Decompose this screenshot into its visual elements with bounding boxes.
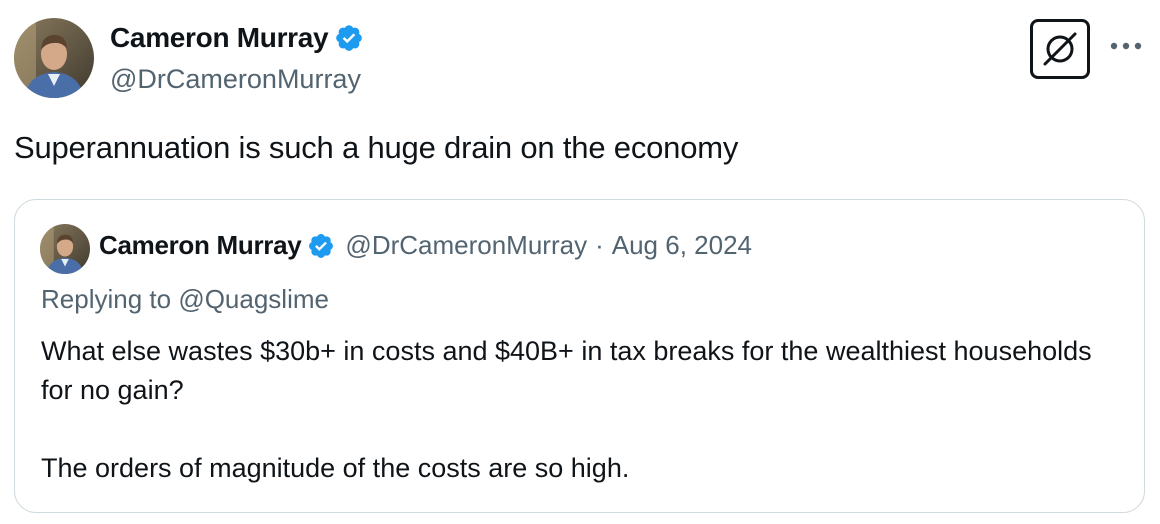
quoted-tweet-paragraph: The orders of magnitude of the costs are… bbox=[41, 453, 630, 483]
grok-button[interactable] bbox=[1030, 19, 1090, 79]
verified-badge-icon[interactable] bbox=[334, 23, 364, 53]
quoted-author-handle: @DrCameronMurray bbox=[345, 230, 588, 260]
quoted-tweet-text: What else wastes $30b+ in costs and $40B… bbox=[41, 332, 1121, 488]
author-display-name[interactable]: Cameron Murray bbox=[110, 22, 329, 54]
grok-icon bbox=[1043, 32, 1077, 66]
profile-photo-icon bbox=[40, 224, 90, 274]
replying-to-prefix: Replying to bbox=[41, 284, 172, 314]
author-avatar[interactable] bbox=[14, 18, 94, 98]
author-handle[interactable]: @DrCameronMurray bbox=[110, 64, 361, 95]
quoted-author-avatar bbox=[40, 224, 90, 274]
author-name-row[interactable]: Cameron Murray bbox=[110, 22, 364, 54]
verified-badge-icon bbox=[307, 232, 335, 260]
quoted-tweet-date: Aug 6, 2024 bbox=[611, 230, 752, 260]
quoted-tweet-paragraph: What else wastes $30b+ in costs and $40B… bbox=[41, 336, 1092, 405]
tweet-text: Superannuation is such a huge drain on t… bbox=[14, 130, 739, 165]
more-icon bbox=[1110, 42, 1142, 50]
quoted-tweet-header: Cameron Murray @DrCameronMurray · Aug 6,… bbox=[99, 230, 752, 261]
quoted-tweet-card[interactable]: Cameron Murray @DrCameronMurray · Aug 6,… bbox=[14, 199, 1145, 513]
quoted-author-display-name: Cameron Murray bbox=[99, 230, 302, 260]
meta-separator: · bbox=[595, 230, 604, 260]
profile-photo-icon bbox=[14, 18, 94, 98]
replying-to-handle: @Quagslime bbox=[178, 284, 329, 314]
replying-to-line: Replying to @Quagslime bbox=[41, 284, 329, 315]
more-options-button[interactable] bbox=[1106, 26, 1146, 66]
